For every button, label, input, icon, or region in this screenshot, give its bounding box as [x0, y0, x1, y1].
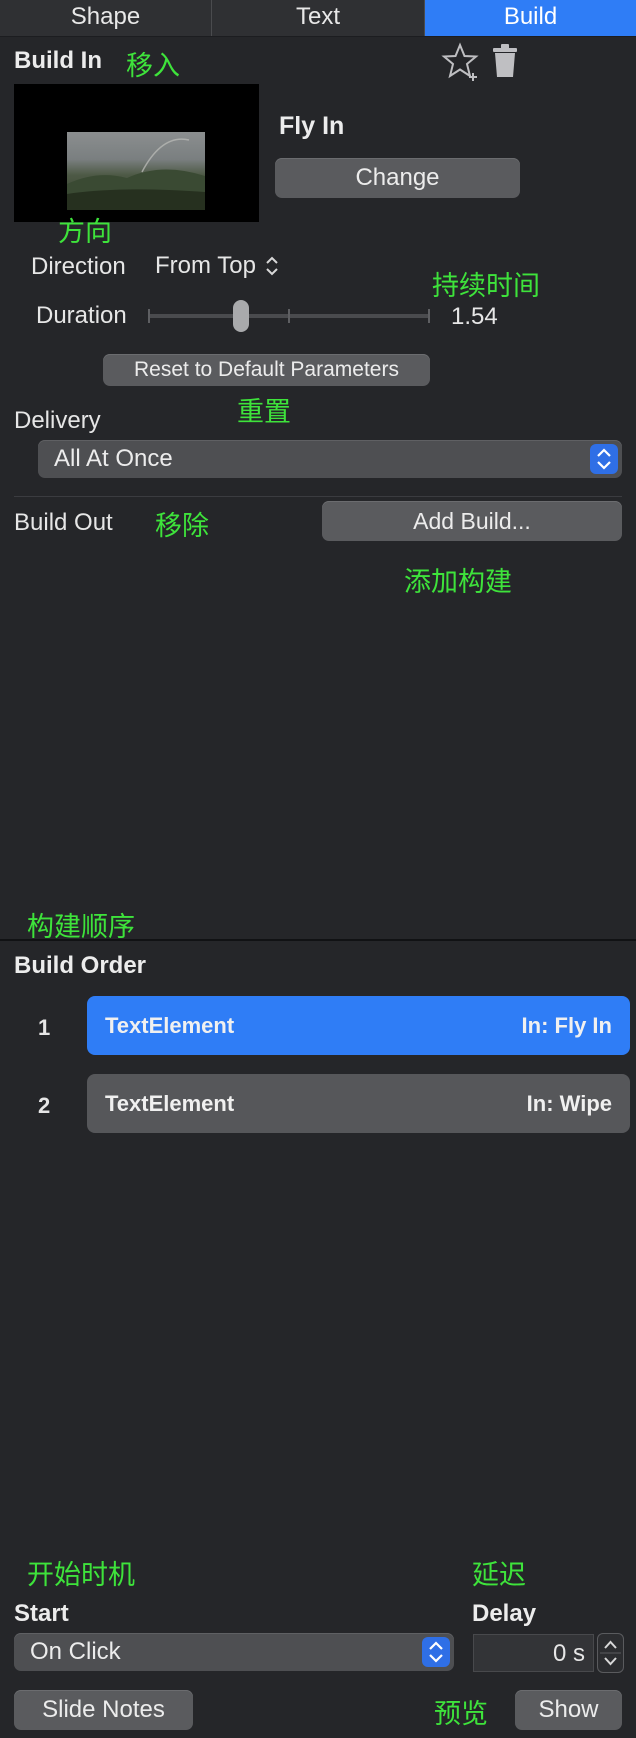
- show-preview-button[interactable]: Show: [515, 1690, 622, 1730]
- delivery-select[interactable]: All At Once: [38, 440, 622, 478]
- direction-popup[interactable]: From Top: [155, 252, 280, 282]
- up-down-chevron-icon: [264, 254, 280, 283]
- slide-notes-button[interactable]: Slide Notes: [14, 1690, 193, 1730]
- build-order-title: Build Order: [14, 952, 147, 979]
- trash-icon[interactable]: [492, 44, 518, 78]
- build-order-divider: [0, 939, 636, 941]
- build-order-index: 1: [38, 1015, 51, 1040]
- add-build-button[interactable]: Add Build...: [322, 501, 622, 541]
- build-in-title: Build In: [14, 47, 102, 74]
- build-order-item[interactable]: TextElement In: Fly In: [87, 996, 630, 1055]
- reset-parameters-button[interactable]: Reset to Default Parameters: [103, 354, 430, 386]
- delay-annotation: 延迟: [472, 1560, 526, 1591]
- build-order-item[interactable]: TextElement In: Wipe: [87, 1074, 630, 1133]
- up-down-chevron-icon: [422, 1637, 450, 1667]
- reset-annotation: 重置: [237, 397, 291, 428]
- up-down-chevron-icon: [590, 444, 618, 474]
- tab-build[interactable]: Build: [425, 0, 636, 36]
- delay-value: 0 s: [552, 1640, 585, 1667]
- slider-tick: [288, 309, 290, 323]
- slider-knob[interactable]: [233, 300, 249, 332]
- change-effect-button[interactable]: Change: [275, 158, 520, 198]
- inspector-tab-bar: Shape Text Build: [0, 0, 636, 37]
- direction-label: Direction: [31, 253, 126, 280]
- duration-annotation: 持续时间: [432, 271, 540, 302]
- start-label: Start: [14, 1600, 69, 1627]
- build-preview-thumbnail: [14, 84, 259, 222]
- duration-label: Duration: [36, 302, 127, 329]
- build-in-annotation: 移入: [126, 51, 180, 82]
- start-value: On Click: [30, 1638, 121, 1665]
- add-build-annotation: 添加构建: [404, 567, 512, 598]
- slider-tick: [148, 309, 150, 323]
- delay-input[interactable]: 0 s: [473, 1634, 594, 1672]
- stepper-down-icon: [604, 1657, 617, 1666]
- build-item-effect: In: Wipe: [526, 1091, 612, 1116]
- build-item-name: TextElement: [105, 1091, 235, 1116]
- slider-tick: [428, 309, 430, 323]
- start-select[interactable]: On Click: [14, 1633, 454, 1671]
- duration-value[interactable]: 1.54: [451, 303, 498, 331]
- delay-label: Delay: [472, 1600, 537, 1627]
- tab-text[interactable]: Text: [212, 0, 425, 36]
- delay-stepper[interactable]: [597, 1633, 624, 1673]
- build-out-title: Build Out: [14, 509, 113, 536]
- section-divider: [14, 496, 622, 497]
- stepper-up-icon: [604, 1640, 617, 1649]
- direction-value: From Top: [155, 252, 256, 279]
- duration-slider[interactable]: [148, 298, 430, 334]
- add-favorite-star-icon[interactable]: [440, 42, 480, 82]
- preview-annotation: 预览: [434, 1699, 488, 1730]
- preview-image: [67, 132, 205, 210]
- build-item-effect: In: Fly In: [521, 1013, 612, 1038]
- tab-shape[interactable]: Shape: [0, 0, 212, 36]
- direction-annotation: 方向: [58, 217, 112, 248]
- delivery-value: All At Once: [54, 445, 173, 472]
- build-item-name: TextElement: [105, 1013, 235, 1038]
- delivery-label: Delivery: [14, 407, 101, 434]
- build-out-annotation: 移除: [155, 511, 209, 542]
- build-effect-name: Fly In: [279, 112, 345, 140]
- build-order-index: 2: [38, 1093, 51, 1118]
- start-annotation: 开始时机: [27, 1560, 135, 1591]
